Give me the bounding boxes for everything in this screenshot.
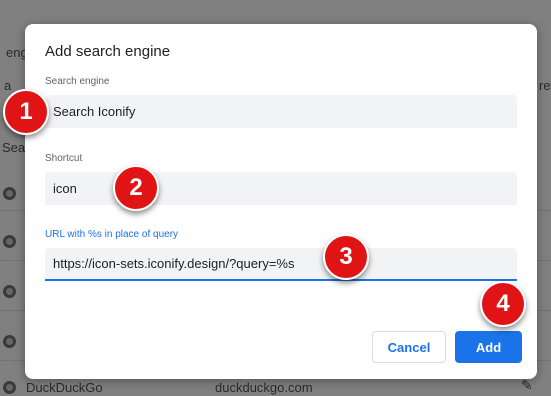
url-field[interactable] [45, 248, 517, 281]
globe-icon [3, 285, 16, 298]
globe-icon [3, 335, 16, 348]
search-engine-label: Search engine [45, 76, 110, 87]
dialog-title: Add search engine [45, 43, 171, 60]
globe-icon [3, 235, 16, 248]
search-engine-field[interactable] [45, 95, 517, 128]
bg-text-sea: Sea [2, 140, 26, 155]
bg-engine-url: duckduckgo.com [215, 380, 313, 395]
add-search-engine-dialog: Add search engine Search engine Shortcut… [25, 24, 537, 379]
shortcut-label: Shortcut [45, 153, 83, 164]
edit-icon[interactable]: ✎ [521, 378, 535, 392]
url-input[interactable] [53, 256, 509, 271]
bg-text-ref: ref [539, 78, 551, 93]
step-badge-1: 1 [3, 89, 49, 135]
globe-icon [3, 381, 16, 394]
step-badge-4: 4 [480, 281, 526, 327]
bg-text-a: a [4, 78, 12, 93]
add-button[interactable]: Add [455, 331, 522, 363]
step-badge-3: 3 [323, 234, 369, 280]
cancel-button[interactable]: Cancel [372, 331, 446, 363]
step-badge-2: 2 [113, 165, 159, 211]
globe-icon [3, 187, 16, 200]
search-engine-input[interactable] [53, 104, 509, 119]
bg-engine-name: DuckDuckGo [26, 380, 103, 395]
url-label: URL with %s in place of query [45, 229, 179, 240]
